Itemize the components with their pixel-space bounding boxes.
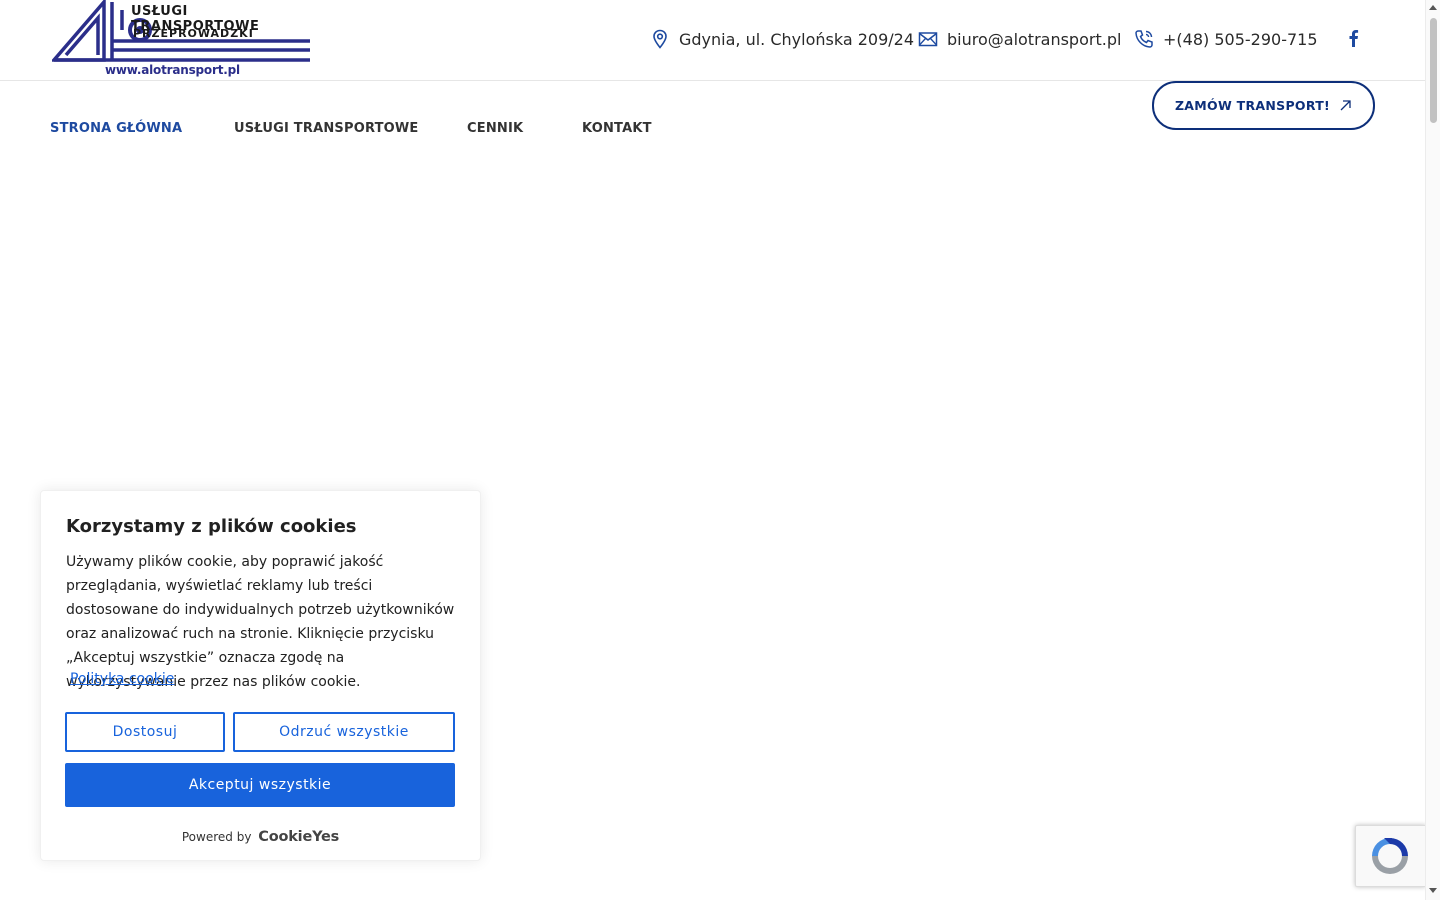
address-text: Gdynia, ul. Chylońska 209/24 xyxy=(679,29,914,49)
nav-item-home[interactable]: STRONA GŁÓWNA xyxy=(50,121,182,136)
phone-link[interactable]: +(48) 505-290-715 xyxy=(1163,30,1318,49)
cookie-consent-banner: Korzystamy z plików cookies Używamy plik… xyxy=(40,490,481,861)
phone-block[interactable]: +(48) 505-290-715 xyxy=(1134,29,1318,49)
cookie-policy-link[interactable]: Polityka cookie xyxy=(70,671,174,687)
logo-url: www.alotransport.pl xyxy=(105,63,240,77)
powered-by-text: Powered by xyxy=(181,830,252,844)
address-block: Gdynia, ul. Chylońska 209/24 xyxy=(650,29,914,49)
order-transport-button[interactable]: ZAMÓW TRANSPORT! xyxy=(1152,81,1375,130)
order-transport-label: ZAMÓW TRANSPORT! xyxy=(1174,98,1331,113)
scrollbar-thumb[interactable] xyxy=(1430,18,1437,123)
email-link[interactable]: biuro@alotransport.pl xyxy=(947,30,1121,49)
page-scrollbar[interactable] xyxy=(1425,0,1440,900)
recaptcha-icon xyxy=(1372,838,1408,874)
recaptcha-badge[interactable] xyxy=(1355,825,1426,887)
cookie-title: Korzystamy z plików cookies xyxy=(66,516,357,537)
nav-item-contact[interactable]: KONTAKT xyxy=(582,121,652,136)
cookieyes-logo[interactable]: CookieYes xyxy=(258,829,339,845)
nav-item-transport-services[interactable]: USŁUGI TRANSPORTOWE xyxy=(234,121,419,136)
location-pin-icon xyxy=(653,29,667,49)
email-block[interactable]: biuro@alotransport.pl xyxy=(918,29,1121,49)
facebook-icon[interactable] xyxy=(1346,29,1360,47)
accept-all-button[interactable]: Akceptuj wszystkie xyxy=(65,763,455,807)
phone-icon xyxy=(1135,30,1153,48)
customize-button[interactable]: Dostosuj xyxy=(65,712,225,752)
envelope-icon xyxy=(918,32,938,47)
powered-by: Powered by CookieYes xyxy=(41,829,480,845)
logo-text-moving: PRZEPROWADZKI xyxy=(133,27,254,40)
scroll-down-arrow-icon[interactable] xyxy=(1429,888,1437,893)
arrow-up-right-icon xyxy=(1340,100,1351,111)
nav-item-pricing[interactable]: CENNIK xyxy=(467,121,523,136)
reject-all-button[interactable]: Odrzuć wszystkie xyxy=(233,712,455,752)
site-logo[interactable]: USŁUGI TRANSPORTOWE PRZEPROWADZKI www.al… xyxy=(50,0,314,80)
scroll-up-arrow-icon[interactable] xyxy=(1429,5,1437,10)
top-header: USŁUGI TRANSPORTOWE PRZEPROWADZKI www.al… xyxy=(0,0,1425,81)
